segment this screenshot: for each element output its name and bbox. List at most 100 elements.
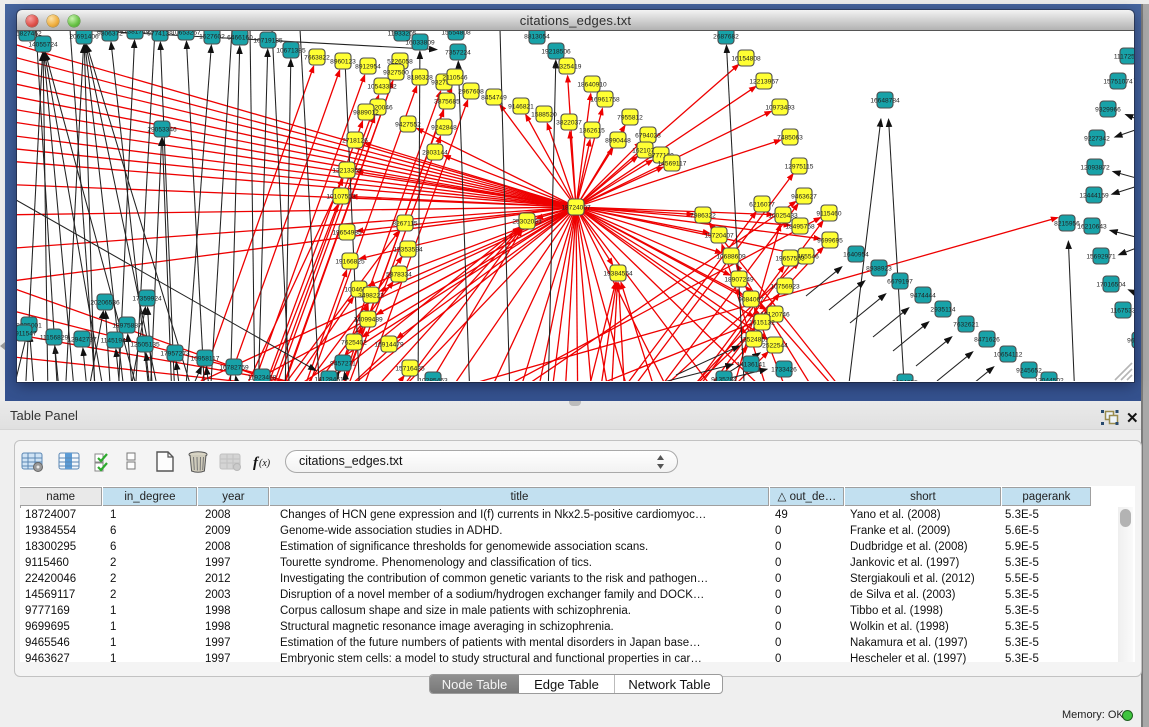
svg-text:9115460: 9115460 [816, 211, 842, 218]
svg-text:6466160: 6466160 [227, 35, 253, 42]
svg-text:6216077: 6216077 [749, 202, 775, 209]
svg-text:1640954: 1640954 [843, 252, 869, 259]
svg-text:14128461: 14128461 [314, 377, 344, 382]
svg-text:8912954: 8912954 [355, 64, 381, 71]
svg-text:8186328: 8186328 [407, 75, 433, 82]
svg-text:9327500: 9327500 [383, 70, 409, 77]
svg-text:1167533: 1167533 [1110, 308, 1134, 315]
svg-text:1362615: 1362615 [579, 128, 605, 135]
svg-text:9135284: 9135284 [711, 377, 737, 382]
svg-text:2803144: 2803144 [422, 150, 448, 157]
svg-text:10543382: 10543382 [367, 84, 397, 91]
svg-text:8454749: 8454749 [481, 95, 507, 102]
svg-text:20206536: 20206536 [90, 300, 120, 307]
svg-text:16961758: 16961758 [590, 97, 620, 104]
svg-text:8960123: 8960123 [330, 59, 356, 66]
svg-text:14055724: 14055724 [28, 42, 58, 49]
svg-text:18495758: 18495758 [785, 224, 815, 231]
svg-text:17359924: 17359924 [132, 296, 162, 303]
svg-text:19657503: 19657503 [775, 256, 805, 263]
svg-text:16782759: 16782759 [219, 365, 249, 372]
svg-text:10719185: 10719185 [253, 38, 283, 45]
svg-text:1527602: 1527602 [199, 34, 225, 41]
svg-text:19384554: 19384554 [603, 271, 633, 278]
svg-text:11172584: 11172584 [1114, 54, 1134, 61]
svg-text:12505135: 12505135 [130, 342, 160, 349]
svg-text:12213369: 12213369 [332, 168, 362, 175]
svg-text:17016504: 17016504 [1096, 282, 1126, 289]
svg-text:9427552: 9427552 [395, 122, 421, 129]
svg-text:16033809: 16033809 [405, 40, 435, 47]
svg-text:19218506: 19218506 [541, 49, 571, 56]
svg-text:5878334: 5878334 [386, 272, 412, 279]
svg-text:29053346: 29053346 [147, 127, 177, 134]
svg-text:8267115: 8267115 [392, 221, 418, 228]
svg-text:12942737: 12942737 [67, 337, 97, 344]
svg-text:18724007: 18724007 [561, 205, 591, 212]
svg-text:9699695: 9699695 [817, 238, 843, 245]
svg-text:19166825: 19166825 [335, 259, 365, 266]
svg-text:13975887: 13975887 [112, 323, 142, 330]
svg-text:12093872: 12093872 [1080, 165, 1110, 172]
svg-text:7632621: 7632621 [953, 322, 979, 329]
svg-text:9242848: 9242848 [431, 125, 457, 132]
svg-text:9624501: 9624501 [1127, 338, 1134, 345]
svg-text:2522544: 2522544 [762, 343, 788, 350]
svg-text:15720407: 15720407 [704, 233, 734, 240]
svg-text:6794028: 6794028 [635, 133, 661, 140]
svg-text:7986322: 7986322 [690, 213, 716, 220]
svg-text:7485063: 7485063 [777, 135, 803, 142]
svg-text:14569117: 14569117 [658, 161, 687, 168]
svg-text:25302033: 25302033 [512, 219, 542, 226]
svg-text:9227342: 9227342 [1084, 136, 1110, 143]
svg-text:2687682: 2687682 [713, 34, 739, 41]
svg-text:16914479: 16914479 [374, 342, 404, 349]
svg-text:14136141: 14136141 [736, 362, 766, 369]
svg-text:9463627: 9463627 [791, 194, 817, 201]
svg-text:8813054: 8813054 [524, 34, 550, 41]
svg-text:7663822: 7663822 [304, 55, 330, 62]
svg-text:11156829: 11156829 [40, 335, 69, 342]
svg-text:3498222: 3498222 [358, 293, 384, 300]
svg-text:2935114: 2935114 [930, 307, 956, 314]
svg-text:10285463: 10285463 [418, 378, 448, 382]
svg-text:7357224: 7357224 [445, 50, 471, 57]
svg-text:6679197: 6679197 [887, 279, 913, 286]
svg-text:8471626: 8471626 [974, 337, 1000, 344]
svg-text:10653267: 10653267 [171, 31, 201, 37]
svg-text:1588520: 1588520 [531, 112, 557, 119]
svg-text:9774138: 9774138 [147, 31, 173, 38]
svg-text:15353594: 15353594 [393, 247, 423, 254]
svg-text:9889012: 9889012 [353, 110, 379, 117]
svg-text:9329966: 9329966 [1095, 107, 1121, 114]
svg-text:18907249: 18907249 [724, 277, 754, 284]
svg-text:10973493: 10973493 [765, 105, 795, 112]
svg-text:7955812: 7955812 [617, 115, 643, 122]
svg-text:15751074: 15751074 [1103, 79, 1133, 86]
svg-text:10958117: 10958117 [191, 356, 220, 363]
svg-text:10654112: 10654112 [994, 352, 1023, 359]
svg-text:3911547: 3911547 [17, 331, 37, 338]
svg-text:7625402: 7625402 [341, 340, 367, 347]
svg-text:11451944: 11451944 [101, 338, 130, 345]
svg-text:16648784: 16648784 [870, 98, 900, 105]
svg-text:16154808: 16154808 [731, 56, 761, 63]
svg-text:11381744: 11381744 [121, 31, 150, 36]
svg-text:14099489: 14099489 [353, 317, 383, 324]
svg-text:12044502: 12044502 [1034, 378, 1064, 382]
svg-text:2110546: 2110546 [442, 75, 468, 82]
svg-text:10107553: 10107553 [326, 194, 356, 201]
svg-text:16210643: 16210643 [1077, 224, 1107, 231]
svg-text:10756923: 10756923 [770, 284, 800, 291]
svg-text:8990448: 8990448 [605, 138, 631, 145]
svg-text:9806372: 9806372 [97, 31, 123, 38]
svg-text:12444159: 12444159 [1079, 193, 1109, 200]
svg-text:8124055: 8124055 [892, 380, 918, 382]
svg-text:9457271: 9457271 [330, 361, 356, 368]
svg-text:15692971: 15692971 [1086, 254, 1116, 261]
svg-text:9245652: 9245652 [1016, 368, 1042, 375]
svg-text:11325419: 11325419 [553, 64, 582, 71]
svg-text:9146821: 9146821 [508, 104, 534, 111]
svg-text:8215956: 8215956 [1054, 221, 1080, 228]
svg-text:12213967: 12213967 [749, 79, 779, 86]
